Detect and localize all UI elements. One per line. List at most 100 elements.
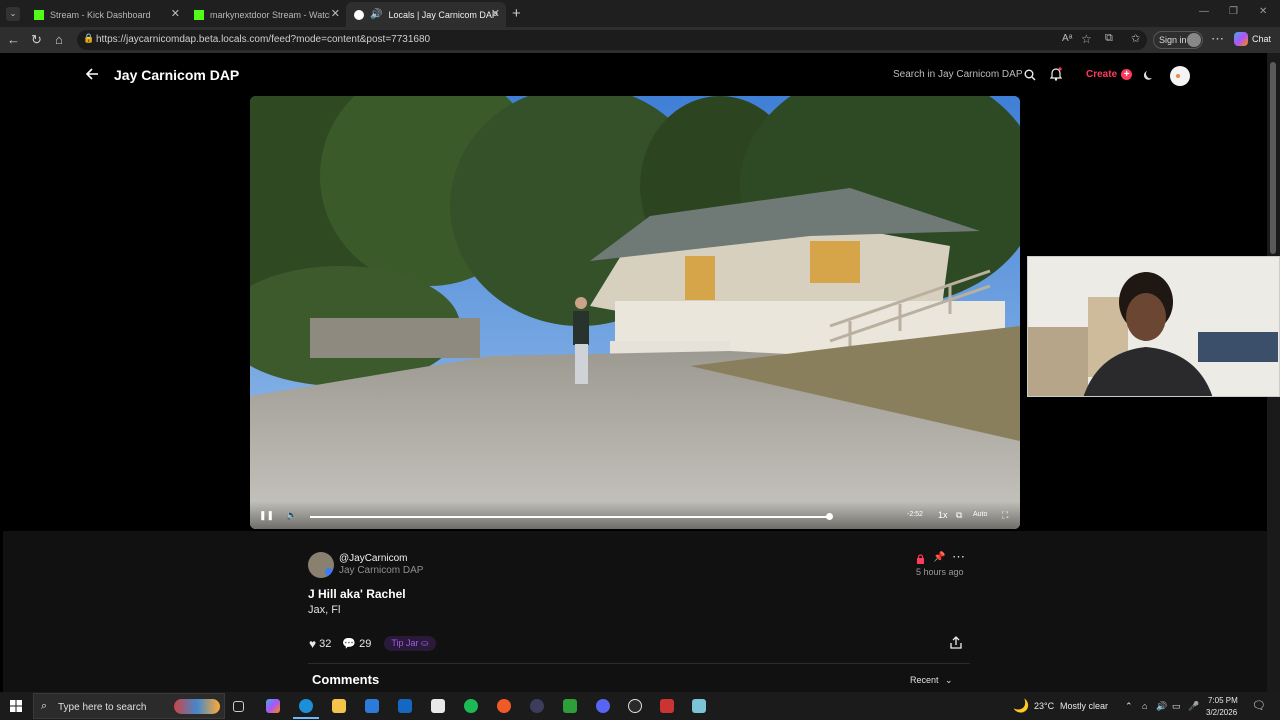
- restore-icon[interactable]: ❐: [1229, 6, 1238, 17]
- network-icon[interactable]: ⌂: [1142, 701, 1147, 711]
- address-bar[interactable]: 🔒 https://jaycarnicomdap.beta.locals.com…: [77, 30, 1147, 50]
- author-avatar[interactable]: [308, 552, 334, 578]
- tip-jar-label: Tip Jar: [391, 638, 419, 648]
- discord-icon[interactable]: [596, 699, 610, 713]
- file-explorer-icon[interactable]: [332, 699, 346, 713]
- volume-tray-icon[interactable]: 🔊: [1156, 701, 1167, 712]
- copilot-taskbar-icon[interactable]: [266, 699, 280, 713]
- webcam-feed-image: [1028, 257, 1279, 396]
- comment-bubble-icon[interactable]: 💬: [342, 637, 356, 650]
- profile-icon: [1187, 33, 1201, 47]
- create-label: Create: [1086, 69, 1118, 80]
- volume-icon[interactable]: 🔈: [286, 510, 297, 521]
- active-app-indicator: [293, 717, 319, 719]
- kick-logo-icon: [194, 9, 204, 20]
- window-close-icon[interactable]: ✕: [1259, 6, 1267, 17]
- sort-label: Recent: [910, 675, 939, 685]
- close-tab-icon[interactable]: ✕: [491, 7, 500, 20]
- tab-actions-chevron-icon[interactable]: ⌄: [6, 7, 20, 21]
- tab-locals-jay-carnicom[interactable]: 🔊 Locals | Jay Carnicom DAP ✕: [346, 2, 506, 27]
- tip-jar-button[interactable]: Tip Jar ⛀: [384, 636, 436, 651]
- notepad-icon[interactable]: [431, 699, 445, 713]
- dark-mode-moon-icon[interactable]: [1144, 69, 1155, 80]
- taskbar-search-box[interactable]: ⌕ Type here to search: [33, 693, 225, 719]
- tab-kick-dashboard[interactable]: Stream - Kick Dashboard ✕: [26, 2, 186, 27]
- reload-icon[interactable]: ↻: [31, 33, 42, 46]
- notes-app-icon[interactable]: [692, 699, 706, 713]
- plus-icon: +: [1121, 69, 1133, 80]
- site-search-label[interactable]: Search in Jay Carnicom DAP: [893, 69, 1023, 80]
- community-title: Jay Carnicom DAP: [114, 67, 240, 83]
- task-view-icon[interactable]: [233, 701, 244, 712]
- app-arrow-icon[interactable]: [530, 699, 544, 713]
- new-tab-plus-icon[interactable]: +: [512, 5, 521, 22]
- microphone-icon[interactable]: 🎤: [1188, 701, 1199, 712]
- locals-logo-icon: [354, 9, 364, 20]
- close-tab-icon[interactable]: ✕: [331, 7, 340, 20]
- tab-label: Stream - Kick Dashboard: [50, 9, 151, 20]
- windows-start-icon[interactable]: [10, 700, 22, 712]
- author-community[interactable]: Jay Carnicom DAP: [339, 565, 423, 576]
- more-options-icon[interactable]: ⋯: [1211, 32, 1224, 45]
- like-heart-icon[interactable]: ♥: [309, 637, 316, 651]
- taskbar-search-placeholder: Type here to search: [58, 702, 147, 713]
- copilot-icon: [1234, 32, 1248, 46]
- quality-selector[interactable]: Auto: [973, 511, 987, 518]
- outlook-icon[interactable]: [398, 699, 412, 713]
- comment-count: 29: [359, 637, 372, 650]
- fullscreen-icon[interactable]: ⛶: [1002, 510, 1008, 521]
- post-timestamp: 5 hours ago: [916, 567, 964, 577]
- tab-markynextdoor-stream[interactable]: markynextdoor Stream - Watch Li ✕: [186, 2, 346, 27]
- time-remaining: -2:52: [907, 511, 923, 518]
- video-progress-bar[interactable]: [310, 516, 830, 518]
- clock-date[interactable]: 3/2/2026: [1206, 708, 1237, 717]
- author-handle[interactable]: @JayCarnicom: [339, 553, 408, 564]
- search-highlight-icon: [174, 699, 220, 714]
- video-player[interactable]: ❚❚ 🔈 -2:52 1x ⧉ Auto ⛶: [250, 96, 1020, 529]
- playback-speed[interactable]: 1x: [938, 510, 948, 520]
- obs-icon[interactable]: [628, 699, 642, 713]
- comment-sort-dropdown[interactable]: Recent ⌄: [910, 675, 953, 686]
- show-hidden-icons-icon[interactable]: ⌃: [1125, 701, 1133, 712]
- edge-browser-icon[interactable]: [299, 699, 313, 713]
- home-icon[interactable]: ⌂: [55, 33, 63, 46]
- extensions-icon[interactable]: ⧉: [1105, 32, 1113, 45]
- user-avatar[interactable]: [1170, 66, 1190, 86]
- chat-label: Chat: [1252, 34, 1272, 44]
- tab-label: Locals | Jay Carnicom DAP: [388, 9, 498, 20]
- copilot-chat-button[interactable]: Chat: [1234, 32, 1271, 46]
- back-arrow-icon[interactable]: [85, 67, 99, 81]
- create-button[interactable]: Create +: [1086, 69, 1133, 80]
- video-scrubber-handle[interactable]: [826, 513, 833, 520]
- close-tab-icon[interactable]: ✕: [171, 7, 180, 20]
- kick-logo-icon: [34, 9, 44, 20]
- xbox-icon[interactable]: [563, 699, 577, 713]
- post-menu-icon[interactable]: ⋯: [952, 549, 965, 565]
- back-arrow-icon[interactable]: ←: [7, 33, 20, 46]
- scrollbar-thumb[interactable]: [1270, 62, 1276, 254]
- sign-in-button[interactable]: Sign in: [1153, 31, 1203, 49]
- weather-icon[interactable]: 🌙: [1013, 698, 1029, 714]
- speaker-icon[interactable]: 🔊: [370, 9, 382, 20]
- pin-icon: 📌: [933, 552, 946, 563]
- share-icon[interactable]: [950, 636, 962, 649]
- weather-desc[interactable]: Mostly clear: [1060, 701, 1108, 711]
- read-aloud-icon[interactable]: Aᵃ: [1062, 33, 1072, 44]
- picture-in-picture-icon[interactable]: ⧉: [956, 510, 962, 521]
- pause-icon[interactable]: ❚❚: [259, 510, 274, 521]
- weather-temp[interactable]: 23°C: [1034, 701, 1054, 711]
- brave-icon[interactable]: [497, 699, 511, 713]
- media-app-icon[interactable]: [660, 699, 674, 713]
- notification-bell-icon[interactable]: [1050, 67, 1062, 81]
- search-icon[interactable]: [1024, 69, 1036, 81]
- favorite-star-icon[interactable]: ☆: [1081, 32, 1092, 46]
- spotify-icon[interactable]: [464, 699, 478, 713]
- display-icon[interactable]: ▭: [1172, 701, 1181, 712]
- tab-label: markynextdoor Stream - Watch Li: [210, 9, 330, 20]
- clock-time[interactable]: 7:05 PM: [1208, 696, 1238, 705]
- minimize-icon[interactable]: —: [1199, 6, 1209, 17]
- microsoft-store-icon[interactable]: [365, 699, 379, 713]
- divider: [308, 663, 970, 664]
- favorites-icon[interactable]: ✩: [1131, 32, 1140, 45]
- notifications-icon[interactable]: 🗨: [1252, 699, 1266, 712]
